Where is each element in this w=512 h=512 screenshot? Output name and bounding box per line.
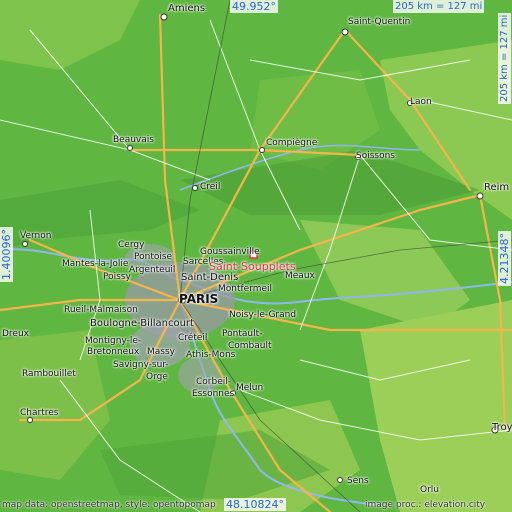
place-label: Compiègne — [266, 138, 318, 148]
scale-horizontal: 205 km = 127 mi — [393, 0, 485, 13]
place-label: Saint-Quentin — [348, 17, 411, 27]
image-credit: image proc.: elevation.city — [365, 500, 486, 510]
place-label: Cergy — [118, 240, 145, 250]
place-label: Rueil-Malmaison — [64, 305, 138, 315]
place-label: Chartres — [20, 408, 59, 418]
place-label: Corbeil- — [196, 377, 231, 387]
place-label: Boulogne-Billancourt — [90, 318, 194, 329]
place-label: Bretonneux — [87, 347, 140, 357]
place-label: Vernon — [20, 231, 52, 241]
place-label: Massy — [147, 347, 175, 357]
place-label: Meaux — [285, 271, 315, 281]
place-label: Montigny-le- — [85, 336, 142, 346]
place-label: Saint-Denis — [181, 272, 239, 283]
place-label: Sens — [347, 476, 369, 486]
place-label: Creil — [200, 182, 221, 192]
place-label: Athis-Mons — [186, 350, 236, 360]
map-credit: map data: openstreetmap, style: opentopo… — [2, 500, 216, 510]
place-label: Créteil — [178, 333, 208, 343]
left-longitude: 1.40096° — [0, 227, 13, 282]
place-label: Dreux — [2, 329, 29, 339]
place-label: Rambouillet — [22, 369, 76, 379]
place-label: Poissy — [103, 272, 131, 282]
place-label: Argenteuil — [129, 265, 176, 275]
place-label: Noisy-le-Grand — [229, 310, 297, 320]
place-label: Mantes-la-Jolie — [62, 259, 129, 269]
place-label: Amiens — [168, 3, 206, 14]
right-longitude: 4.21348° — [498, 231, 511, 286]
place-label: Orge — [146, 372, 168, 382]
place-label: Troy — [492, 422, 512, 433]
place-label: Pontoise — [134, 252, 173, 262]
bottom-latitude: 48.10824° — [224, 498, 286, 511]
marker-label: Saint-Soupplets — [209, 260, 296, 273]
place-label: Essonnes — [192, 389, 235, 399]
place-label: Goussainville — [200, 247, 260, 257]
place-label: Soissons — [356, 151, 395, 161]
place-label: Savigny-sur- — [113, 360, 169, 370]
top-latitude: 49.952° — [230, 0, 278, 13]
place-label: Pontault- — [222, 329, 263, 339]
place-label: Melun — [236, 383, 264, 393]
scale-vertical: 205 km = 127 mi — [498, 12, 511, 104]
place-label: Montfermeil — [218, 284, 273, 294]
map-view[interactable]: Amiens Saint-Quentin Laon Beauvais Compi… — [0, 0, 512, 512]
place-label: Laon — [410, 97, 432, 107]
place-label: Reim — [484, 182, 510, 193]
city-label-paris: PARIS — [179, 292, 219, 306]
place-label: Beauvais — [113, 135, 154, 145]
place-label: Orlu — [420, 485, 439, 495]
